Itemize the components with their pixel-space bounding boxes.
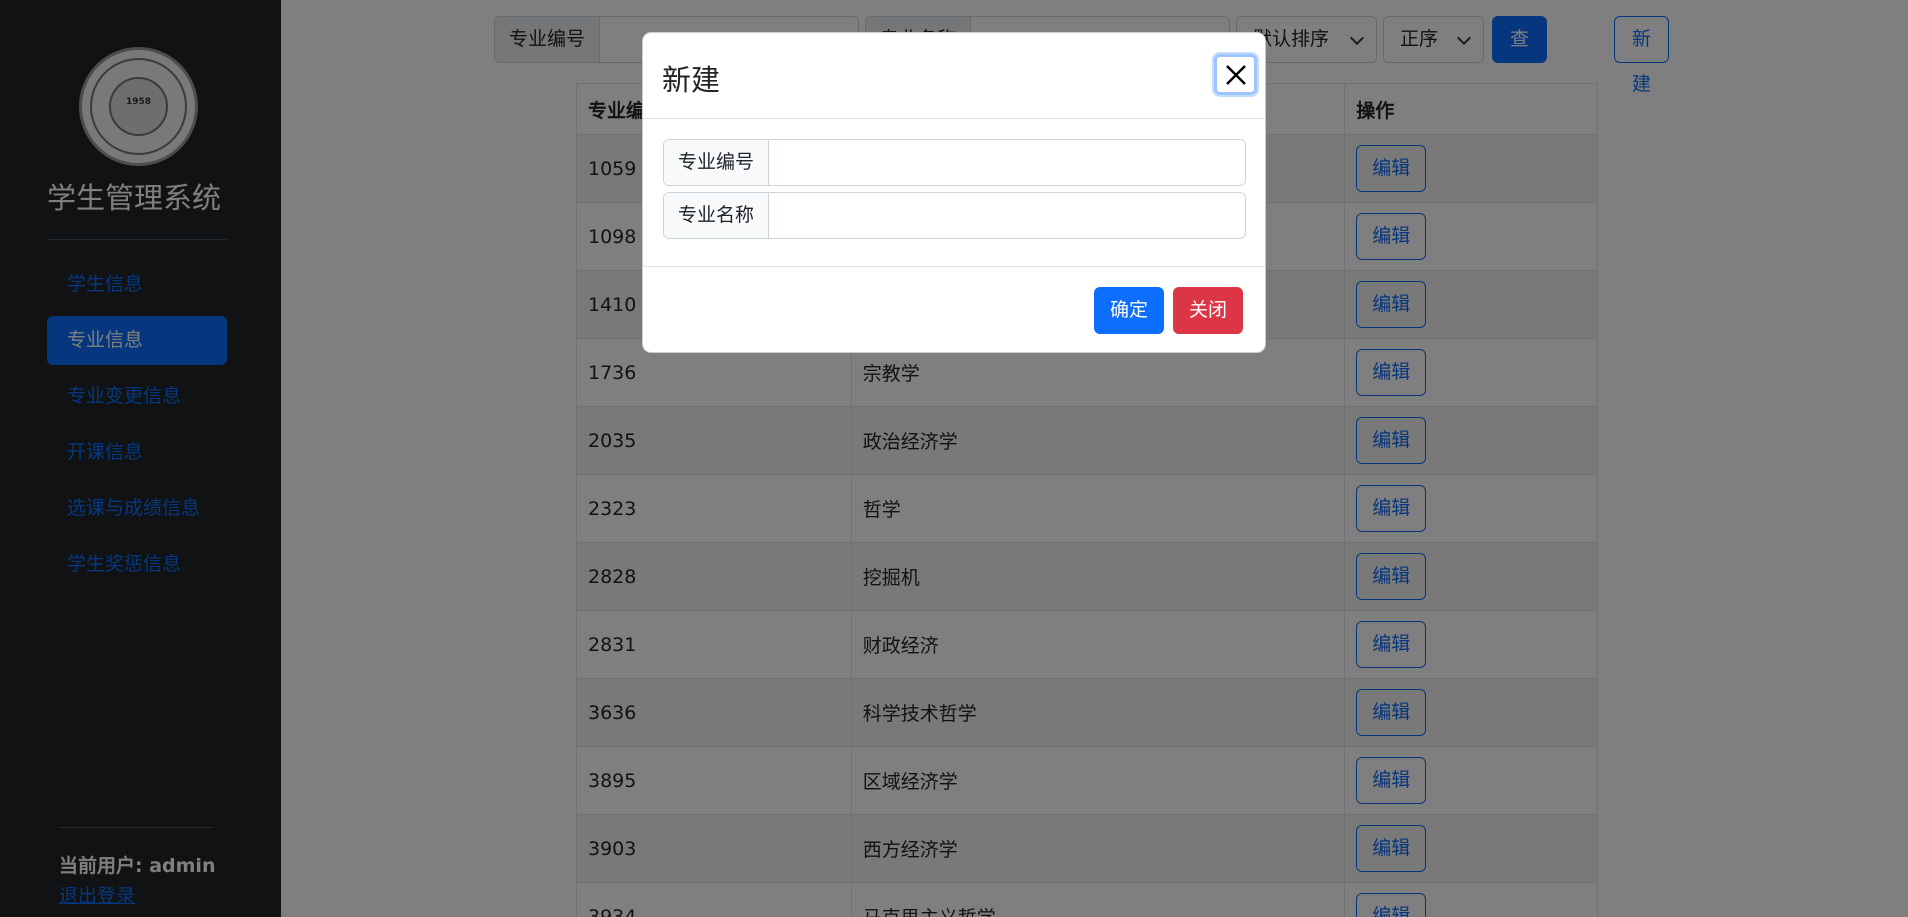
close-button[interactable]: 关闭 [1173,287,1244,334]
modal-close-button[interactable] [1214,54,1257,95]
new-major-modal: 新建 专业编号 专业名称 确定 关闭 [642,32,1266,353]
modal-body: 专业编号 专业名称 [643,119,1265,267]
modal-header: 新建 [643,33,1265,119]
major-name-group: 专业名称 [663,192,1246,239]
major-id-input[interactable] [769,140,1245,185]
close-icon [1226,65,1246,85]
confirm-button[interactable]: 确定 [1094,287,1165,334]
modal-footer: 确定 关闭 [643,267,1265,352]
major-id-label: 专业编号 [664,140,770,185]
major-id-group: 专业编号 [663,139,1246,186]
modal-title: 新建 [662,63,721,97]
major-name-label: 专业名称 [664,193,770,238]
major-name-input[interactable] [769,193,1245,238]
